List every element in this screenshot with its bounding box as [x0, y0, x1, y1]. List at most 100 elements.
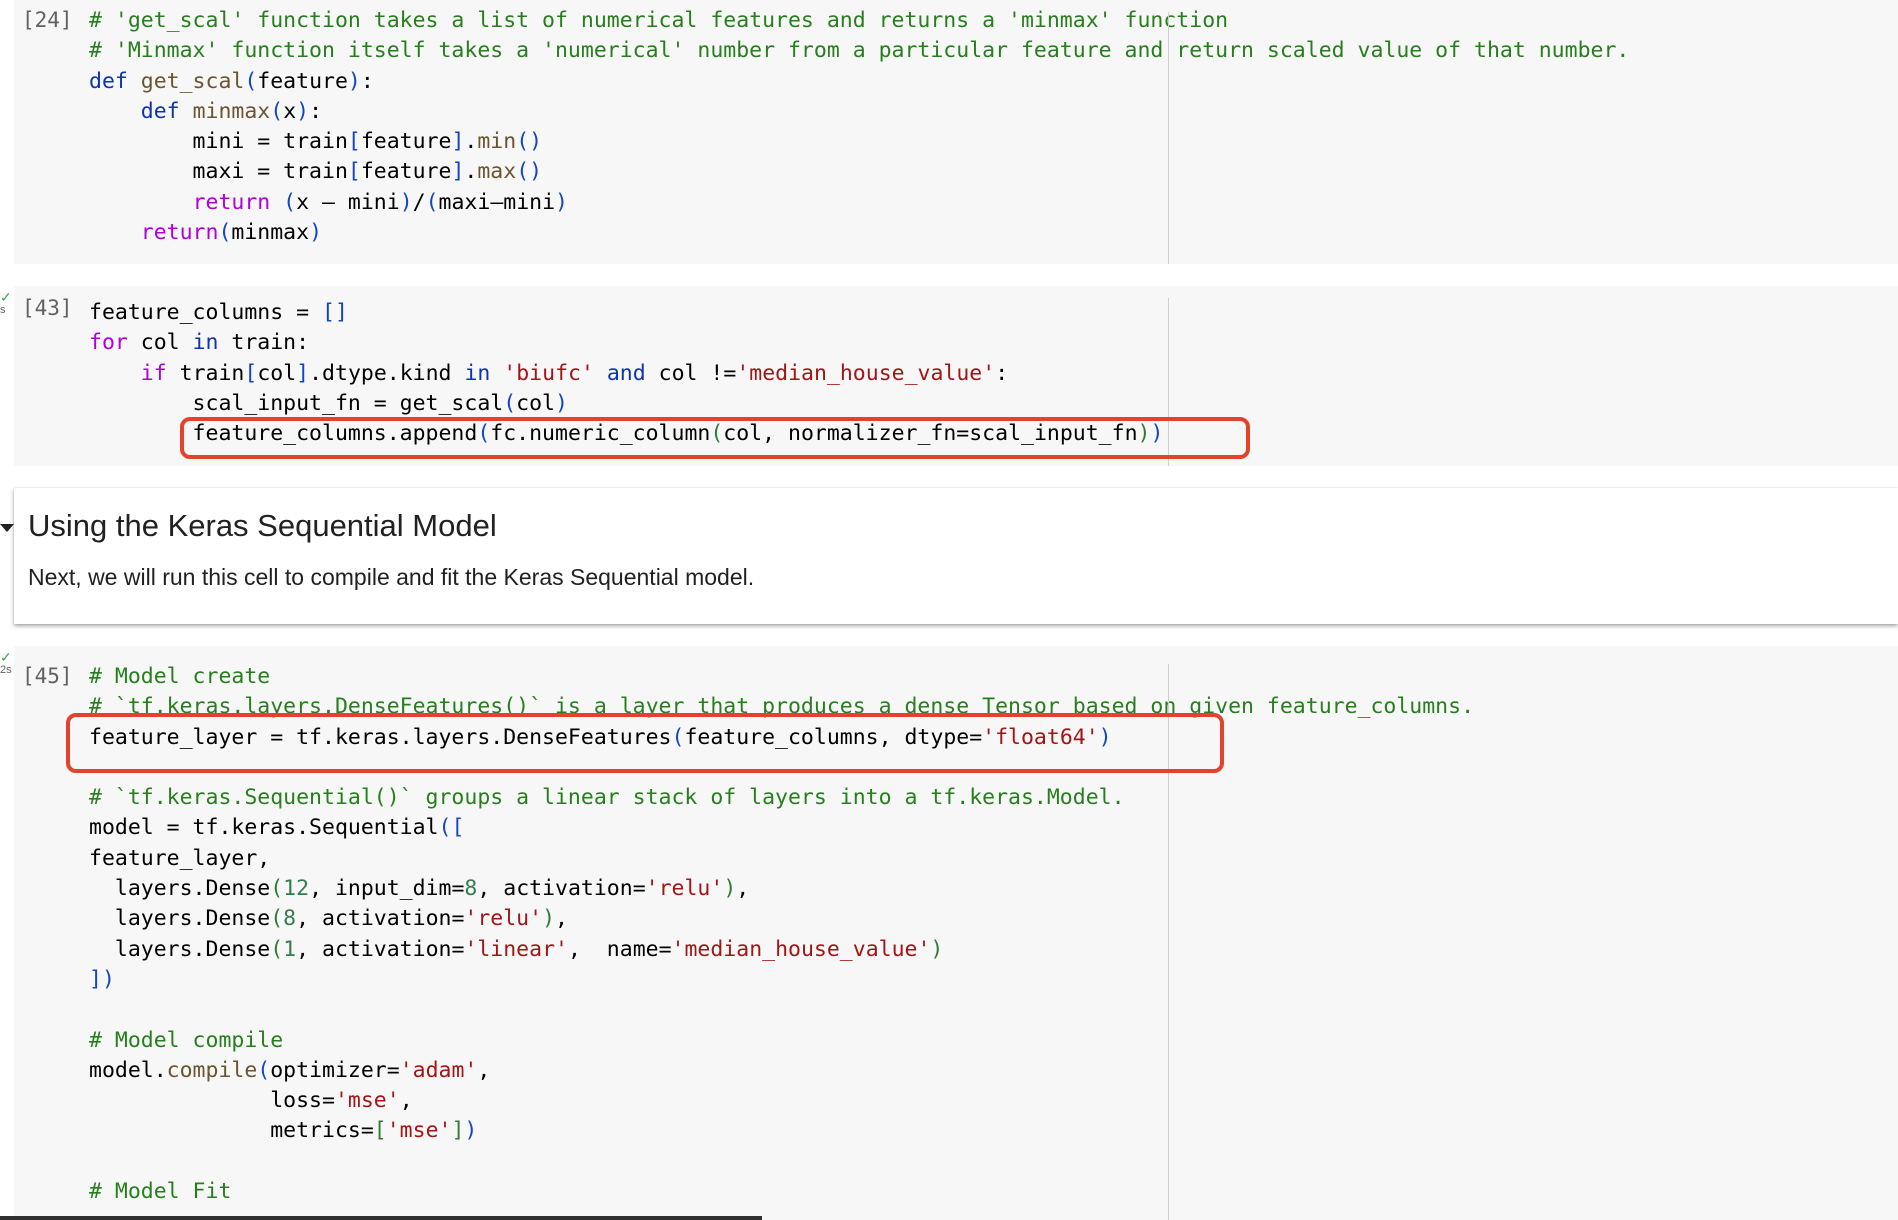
code-line: feature_layer,: [89, 844, 1474, 874]
code-token: (: [270, 98, 284, 124]
code-token: model = tf.keras.Sequential: [89, 815, 439, 841]
code-cell-43[interactable]: ✓ s [43] feature_columns = [] for col in …: [0, 286, 1898, 466]
code-token: , activation=: [296, 936, 465, 962]
code-token: :: [309, 98, 323, 124]
code-token: train: [179, 360, 245, 386]
code-line: def get_scal(feature):: [89, 67, 1629, 97]
code-token: return: [140, 220, 219, 246]
code-token: def: [140, 98, 193, 124]
code-token: col: [257, 360, 297, 386]
code-cell-24[interactable]: [24] # 'get_scal' function takes a list …: [14, 0, 1898, 264]
code-token: for: [89, 330, 141, 356]
code-line: # `tf.keras.Sequential()` groups a linea…: [89, 783, 1474, 813]
code-editor[interactable]: # Model create # `tf.keras.layers.DenseFe…: [89, 662, 1474, 1207]
code-token: mini = train: [89, 129, 348, 155]
code-token: (: [270, 876, 284, 902]
code-token: (: [671, 724, 685, 750]
code-token: 'biufc': [503, 360, 594, 386]
code-token: feature_layer = tf.keras.layers.DenseFea…: [89, 724, 672, 750]
code-line: feature_columns.append(fc.numeric_column…: [89, 419, 1164, 449]
code-token: (: [218, 220, 232, 246]
code-token: col, normalizer_fn=scal_input_fn: [723, 421, 1138, 447]
code-token: in: [192, 330, 232, 356]
code-line: layers.Dense(8, activation='relu'),: [89, 904, 1474, 934]
run-time: 2s: [0, 664, 12, 676]
code-line: # 'Minmax' function itself takes a 'nume…: [89, 36, 1629, 66]
code-line: if train[col].dtype.kind in 'biufc' and …: [89, 359, 1163, 389]
code-token: # Model compile: [89, 1027, 284, 1053]
code-token: 'median_house_value': [671, 936, 931, 962]
triangle-down-icon[interactable]: [0, 524, 14, 532]
horizontal-scrollbar[interactable]: [0, 1216, 762, 1220]
code-token: max: [477, 159, 517, 185]
code-line: # Model compile: [89, 1026, 1474, 1056]
code-token: (): [516, 129, 543, 155]
code-token: ,: [736, 876, 750, 902]
code-token: ): [1137, 421, 1151, 447]
code-token: 1: [283, 936, 297, 962]
code-token: .: [464, 129, 478, 155]
code-token: col: [516, 390, 556, 416]
code-token: train:: [231, 330, 310, 356]
code-token: x: [283, 98, 297, 124]
code-token: (: [503, 390, 517, 416]
code-token: and: [593, 360, 659, 386]
code-token: feature_layer,: [89, 845, 271, 871]
section-text: Next, we will run this cell to compile a…: [28, 564, 755, 590]
line-length-ruler: [1168, 298, 1169, 466]
code-token: if: [140, 360, 180, 386]
code-line: layers.Dense(1, activation='linear', nam…: [89, 935, 1474, 965]
code-line: ]): [89, 965, 1474, 995]
code-token: ): [399, 189, 413, 215]
code-token: 'linear': [464, 936, 568, 962]
code-editor[interactable]: # 'get_scal' function takes a list of nu…: [89, 6, 1629, 248]
code-token: (: [257, 1057, 271, 1083]
code-token: , activation=: [477, 876, 646, 902]
code-token: # `tf.keras.layers.DenseFeatures()` is a…: [89, 694, 1475, 720]
code-token: .dtype.kind: [309, 360, 465, 386]
code-token: ): [347, 68, 361, 94]
code-token: ): [930, 936, 944, 962]
code-token: minmax: [231, 220, 310, 246]
code-token: [: [244, 360, 258, 386]
code-token: layers.Dense: [89, 936, 271, 962]
run-status: ✓ s: [0, 290, 14, 330]
code-token: optimizer=: [270, 1057, 400, 1083]
code-token: layers.Dense: [89, 876, 271, 902]
code-token: minmax: [192, 98, 271, 124]
code-token: compile: [166, 1057, 258, 1083]
code-token: ]: [296, 360, 310, 386]
code-line: return(minmax): [89, 218, 1629, 248]
code-token: ): [723, 876, 737, 902]
run-status: ✓ 2s: [0, 650, 14, 690]
code-cell-45[interactable]: ✓ 2s [45] # Model create # `tf.keras.laye…: [0, 646, 1898, 1220]
code-token: (: [270, 936, 284, 962]
code-token: (: [477, 421, 491, 447]
code-line: return (x – mini)/(maxi–mini): [89, 188, 1629, 218]
code-line: model = tf.keras.Sequential([: [89, 813, 1474, 843]
code-line: model.compile(optimizer='adam',: [89, 1056, 1474, 1086]
code-token: ): [542, 906, 556, 932]
code-token: (: [270, 906, 284, 932]
code-token: get_scal: [140, 68, 245, 94]
code-token: 'relu': [464, 906, 543, 932]
code-token: (): [516, 159, 543, 185]
code-token: ): [1098, 724, 1112, 750]
code-line: metrics=['mse']): [89, 1116, 1474, 1146]
code-token: # `tf.keras.Sequential()` groups a linea…: [89, 785, 1125, 811]
code-line: # 'get_scal' function takes a list of nu…: [89, 6, 1629, 36]
code-line: mini = train[feature].min(): [89, 127, 1629, 157]
code-token: :: [360, 68, 374, 94]
code-token: 12: [283, 876, 310, 902]
code-token: 'mse': [386, 1118, 452, 1144]
code-line: for col in train:: [89, 328, 1163, 358]
code-token: ,: [555, 906, 568, 932]
code-token: (: [425, 189, 439, 215]
code-token: 'adam': [399, 1057, 478, 1083]
code-token: 'float64': [982, 724, 1099, 750]
section-heading: Using the Keras Sequential Model: [28, 508, 497, 543]
code-line: def minmax(x):: [89, 97, 1629, 127]
markdown-cell[interactable]: Using the Keras Sequential Model Next, w…: [0, 488, 1898, 624]
code-editor[interactable]: feature_columns = [] for col in train: if…: [89, 298, 1163, 449]
